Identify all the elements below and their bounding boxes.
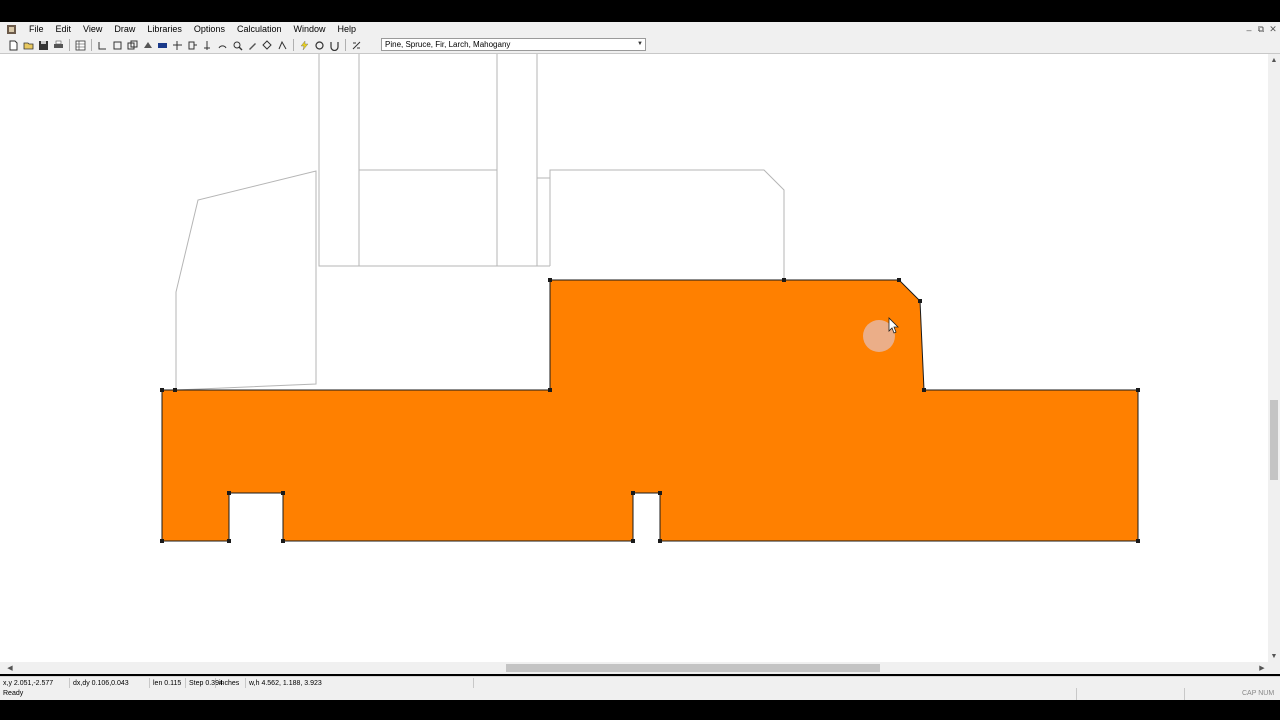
horizontal-scrollbar[interactable]: ◀ ▶	[0, 662, 1268, 674]
menu-calculation[interactable]: Calculation	[231, 22, 288, 37]
vertex-handle	[227, 539, 231, 543]
text-icon[interactable]	[327, 38, 341, 52]
vertex-handle	[631, 539, 635, 543]
material-select[interactable]: Pine, Spruce, Fir, Larch, Mahogany ▼	[381, 38, 646, 51]
open-icon[interactable]	[21, 38, 35, 52]
width-height: w,h 4.562, 1.188, 3.923	[246, 677, 474, 689]
toolbar-separator	[293, 39, 294, 51]
segment-length: len 0.115	[150, 677, 186, 689]
node-icon[interactable]	[275, 38, 289, 52]
menu-bar: File Edit View Draw Libraries Options Ca…	[0, 22, 1280, 37]
status-indicators: CAP NUM	[1242, 690, 1275, 697]
vertex-handle	[548, 388, 552, 392]
menu-libraries[interactable]: Libraries	[141, 22, 188, 37]
ghost-frame-post-right	[496, 54, 538, 267]
chevron-down-icon[interactable]: ▼	[635, 39, 645, 50]
vertex-handle	[548, 278, 552, 282]
app-icon[interactable]	[5, 24, 17, 36]
vertex-handle	[897, 278, 901, 282]
table-icon[interactable]	[73, 38, 87, 52]
vertex-handle	[160, 539, 164, 543]
ghost-sash-left	[175, 170, 317, 391]
minimize-icon[interactable]: –	[1244, 24, 1254, 35]
material-select-value: Pine, Spruce, Fir, Larch, Mahogany	[385, 40, 511, 49]
rectangle-icon[interactable]	[110, 38, 124, 52]
vertex-handle	[918, 299, 922, 303]
print-icon[interactable]	[51, 38, 65, 52]
ghost-sash-right	[549, 169, 785, 280]
split-icon[interactable]	[170, 38, 184, 52]
status-bar: Ready CAP NUM	[0, 688, 1280, 700]
cursor-xy: x,y 2.051,-2.577	[0, 677, 70, 689]
horizontal-scroll-thumb[interactable]	[506, 664, 880, 672]
scroll-left-icon[interactable]: ◀	[4, 662, 16, 674]
grid-step: Step 0.394	[186, 677, 223, 689]
menu-window[interactable]: Window	[287, 22, 331, 37]
drawing-svg[interactable]	[0, 54, 1268, 662]
restore-icon[interactable]: ⧉	[1256, 24, 1266, 35]
toolbar-separator	[69, 39, 70, 51]
vertex-handle	[922, 388, 926, 392]
menu-options[interactable]: Options	[188, 22, 231, 37]
save-icon[interactable]	[36, 38, 50, 52]
pointer-icon[interactable]	[155, 38, 169, 52]
bottom-bezel	[0, 700, 1280, 720]
move-icon[interactable]	[185, 38, 199, 52]
toolbar-separator	[91, 39, 92, 51]
window-title-bar	[0, 0, 1280, 22]
scrollbar-corner	[1268, 662, 1280, 674]
sill-profile-shape	[161, 279, 1139, 542]
vertex-handle	[658, 539, 662, 543]
drawing-canvas[interactable]	[0, 54, 1268, 662]
vertex-handle	[227, 491, 231, 495]
vertex-handle	[173, 388, 177, 392]
scroll-up-icon[interactable]: ▲	[1268, 54, 1280, 66]
vertical-scroll-thumb[interactable]	[1270, 400, 1278, 480]
menu-view[interactable]: View	[77, 22, 108, 37]
formula-icon[interactable]	[349, 38, 363, 52]
vertex-handle	[1136, 388, 1140, 392]
status-pane	[1076, 688, 1137, 700]
erase-icon[interactable]	[260, 38, 274, 52]
calculate-icon[interactable]	[297, 38, 311, 52]
scroll-down-icon[interactable]: ▼	[1268, 650, 1280, 662]
new-icon[interactable]	[6, 38, 20, 52]
menu-edit[interactable]: Edit	[50, 22, 78, 37]
arc-icon[interactable]	[200, 38, 214, 52]
vertex-handle	[160, 388, 164, 392]
units: inches	[216, 677, 246, 689]
pen-icon[interactable]	[245, 38, 259, 52]
vertex-handle	[281, 491, 285, 495]
vertex-handle	[281, 539, 285, 543]
status-pane	[1184, 688, 1235, 700]
settings-icon[interactable]	[312, 38, 326, 52]
arc-icon[interactable]	[215, 38, 229, 52]
close-icon[interactable]: ✕	[1268, 24, 1278, 35]
menu-draw[interactable]: Draw	[108, 22, 141, 37]
menu-file[interactable]: File	[23, 22, 50, 37]
scroll-right-icon[interactable]: ▶	[1256, 662, 1268, 674]
vertex-handle	[1136, 539, 1140, 543]
toolbar-separator	[345, 39, 346, 51]
vertex-handle	[658, 491, 662, 495]
cursor-dxdy: dx,dy 0.106,0.043	[70, 677, 150, 689]
fill-icon[interactable]	[140, 38, 154, 52]
ghost-frame-post-left	[318, 54, 360, 267]
zoom-icon[interactable]	[230, 38, 244, 52]
status-ready: Ready	[3, 690, 24, 697]
vertex-handle	[782, 278, 786, 282]
polyline-icon[interactable]	[95, 38, 109, 52]
vertical-scrollbar[interactable]: ▲ ▼	[1268, 54, 1280, 662]
menu-help[interactable]: Help	[332, 22, 363, 37]
toolbar: Pine, Spruce, Fir, Larch, Mahogany ▼	[0, 37, 1280, 54]
copy-icon[interactable]	[125, 38, 139, 52]
vertex-handle	[631, 491, 635, 495]
window-controls: – ⧉ ✕	[1244, 22, 1278, 37]
